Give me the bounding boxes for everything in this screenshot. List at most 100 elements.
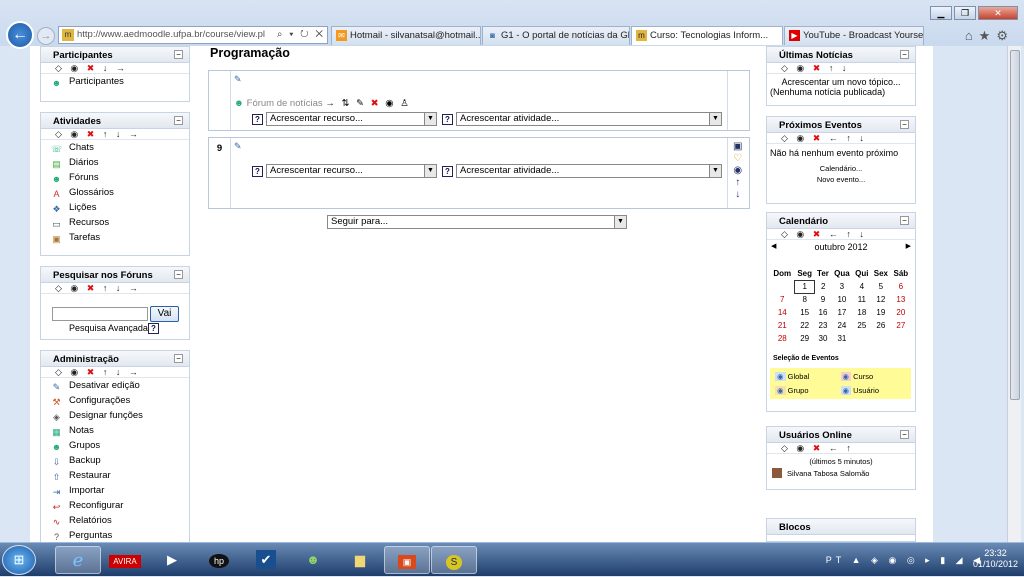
- admin-reset[interactable]: ↩ Reconfigurar: [41, 498, 189, 513]
- vertical-scrollbar[interactable]: [1007, 46, 1021, 542]
- clock[interactable]: 23:32 01/10/2012: [973, 548, 1018, 570]
- activity-licoes[interactable]: ❖ Lições: [41, 200, 189, 215]
- calendar-day[interactable]: 15: [795, 306, 815, 319]
- calendar-day[interactable]: 29: [795, 332, 815, 345]
- block-controls[interactable]: ◇ ◉ ✖ ← ↑: [767, 443, 915, 454]
- admin-groups[interactable]: ☻ Grupos: [41, 438, 189, 453]
- calendar-day[interactable]: 28: [770, 332, 795, 345]
- collapse-icon[interactable]: −: [900, 216, 909, 225]
- block-controls[interactable]: ◇ ◉ ✖ ← ↑ ↓: [767, 229, 915, 240]
- help-icon[interactable]: ?: [148, 323, 159, 334]
- activity-glossarios[interactable]: A Glossários: [41, 185, 189, 200]
- block-controls[interactable]: ◇ ◉ ✖ ↑ ↓ →: [41, 367, 189, 378]
- app-taskbar-icon[interactable]: S: [431, 546, 477, 574]
- address-bar[interactable]: m http://www.aedmoodle.ufpa.br/course/vi…: [58, 26, 328, 44]
- explorer-taskbar-icon[interactable]: ▆: [337, 546, 383, 574]
- tab-moodle[interactable]: m Curso: Tecnologias Inform...: [631, 26, 783, 45]
- admin-backup[interactable]: ⇩ Backup: [41, 453, 189, 468]
- calendar-day[interactable]: 8: [795, 293, 815, 306]
- calendar-today[interactable]: 1: [794, 279, 816, 294]
- activity-foruns[interactable]: ☻ Fóruns: [41, 170, 189, 185]
- activity-edit-icons[interactable]: → ⇅ ✎ ✖ ◉ ♙: [325, 98, 410, 109]
- participants-link[interactable]: ☻ Participantes: [41, 74, 189, 89]
- section-controls[interactable]: ▣ ♡ ◉ ↑ ↓: [733, 141, 742, 201]
- collapse-icon[interactable]: −: [174, 354, 183, 363]
- close-window-button[interactable]: ✕: [978, 6, 1018, 20]
- calendar-day[interactable]: 23: [815, 319, 831, 332]
- filter-group[interactable]: ◉ Grupo: [775, 386, 841, 395]
- add-resource-select[interactable]: Acrescentar recurso... ▼: [266, 112, 437, 126]
- calendar-day[interactable]: 6: [891, 280, 911, 293]
- minimize-button[interactable]: ▁: [930, 6, 952, 20]
- media-player-taskbar-icon[interactable]: ▶: [149, 546, 195, 574]
- calendar-day[interactable]: 21: [770, 319, 795, 332]
- calendar-day[interactable]: 22: [795, 319, 815, 332]
- add-resource-select[interactable]: Acrescentar recurso... ▼: [266, 164, 437, 178]
- calendar-day[interactable]: 30: [815, 332, 831, 345]
- calendar-day[interactable]: 24: [831, 319, 852, 332]
- calendar-day[interactable]: 20: [891, 306, 911, 319]
- calendar-link[interactable]: Calendário...: [767, 164, 915, 173]
- checkmark-taskbar-icon[interactable]: ✔: [243, 546, 289, 574]
- add-activity-select[interactable]: Acrescentar atividade... ▼: [456, 112, 722, 126]
- filter-global[interactable]: ◉ Global: [775, 372, 841, 381]
- admin-reports[interactable]: ∿ Relatórios: [41, 513, 189, 528]
- calendar-day[interactable]: 3: [831, 280, 852, 293]
- start-button[interactable]: ⊞: [2, 545, 36, 575]
- language-indicator[interactable]: PT: [826, 555, 845, 565]
- filter-user[interactable]: ◉ Usuário: [840, 386, 907, 395]
- calendar-day[interactable]: 16: [815, 306, 831, 319]
- office-taskbar-icon[interactable]: ▣: [384, 546, 430, 574]
- admin-disable-editing[interactable]: ✎ Desativar edição: [41, 378, 189, 393]
- hp-taskbar-icon[interactable]: hp: [196, 546, 242, 574]
- admin-grades[interactable]: ▦ Notas: [41, 423, 189, 438]
- calendar-day[interactable]: 18: [853, 306, 871, 319]
- calendar-day[interactable]: 11: [853, 293, 871, 306]
- messenger-taskbar-icon[interactable]: ☻: [290, 546, 336, 574]
- home-favorites-settings-icons[interactable]: ⌂★⚙: [965, 28, 1014, 44]
- search-go-button[interactable]: Vai: [150, 306, 179, 322]
- collapse-icon[interactable]: −: [174, 270, 183, 279]
- calendar-day[interactable]: 26: [871, 319, 891, 332]
- address-tools-icon[interactable]: ⌕ ▾ ↻ ✕: [277, 27, 325, 43]
- jump-to-select[interactable]: Seguir para... ▼: [327, 215, 627, 229]
- scrollbar-thumb[interactable]: [1010, 50, 1020, 400]
- help-icon[interactable]: ?: [442, 114, 453, 125]
- back-button[interactable]: ←: [6, 21, 34, 49]
- calendar-day[interactable]: 27: [891, 319, 911, 332]
- calendar-day[interactable]: 2: [815, 280, 831, 293]
- forward-button[interactable]: →: [37, 27, 55, 45]
- help-icon[interactable]: ?: [252, 166, 263, 177]
- new-event-link[interactable]: Novo evento...: [767, 175, 915, 184]
- calendar-day[interactable]: 19: [871, 306, 891, 319]
- calendar-day[interactable]: 4: [853, 280, 871, 293]
- block-controls[interactable]: ◇ ◉ ✖ ↓ →: [41, 63, 189, 74]
- filter-course[interactable]: ◉ Curso: [840, 372, 907, 381]
- calendar-day[interactable]: 12: [871, 293, 891, 306]
- admin-settings[interactable]: ⚒ Configurações: [41, 393, 189, 408]
- block-controls[interactable]: ◇ ◉ ✖ ↑ ↓ →: [41, 129, 189, 140]
- calendar-day[interactable]: 5: [871, 280, 891, 293]
- activity-recursos[interactable]: ▭ Recursos: [41, 215, 189, 230]
- collapse-icon[interactable]: −: [900, 50, 909, 59]
- add-activity-select[interactable]: Acrescentar atividade... ▼: [456, 164, 722, 178]
- collapse-icon[interactable]: −: [900, 430, 909, 439]
- calendar-day[interactable]: 7: [770, 293, 795, 306]
- help-icon[interactable]: ?: [252, 114, 263, 125]
- ie-taskbar-icon[interactable]: e: [55, 546, 101, 574]
- activity-diarios[interactable]: ▤ Diários: [41, 155, 189, 170]
- next-month-icon[interactable]: ▶: [906, 240, 911, 254]
- block-controls[interactable]: ◇ ◉ ✖ ↑ ↓ →: [41, 283, 189, 294]
- avira-taskbar-icon[interactable]: AVIRA: [102, 546, 148, 574]
- admin-assign-roles[interactable]: ◈ Designar funções: [41, 408, 189, 423]
- calendar-day[interactable]: 10: [831, 293, 852, 306]
- activity-chats[interactable]: ☏ Chats: [41, 140, 189, 155]
- tab-hotmail[interactable]: ✉ Hotmail - silvanatsal@hotmail...: [331, 26, 481, 45]
- advanced-search-link[interactable]: Pesquisa Avançada: [69, 323, 148, 333]
- tab-youtube[interactable]: ▶ YouTube - Broadcast Yourself.: [784, 26, 924, 45]
- maximize-button[interactable]: ❐: [954, 6, 976, 20]
- activity-tarefas[interactable]: ▣ Tarefas: [41, 230, 189, 245]
- calendar-day[interactable]: 25: [853, 319, 871, 332]
- tab-g1[interactable]: ◙ G1 - O portal de notícias da Gl...: [482, 26, 630, 45]
- forum-news-link[interactable]: Fórum de notícias: [247, 98, 323, 109]
